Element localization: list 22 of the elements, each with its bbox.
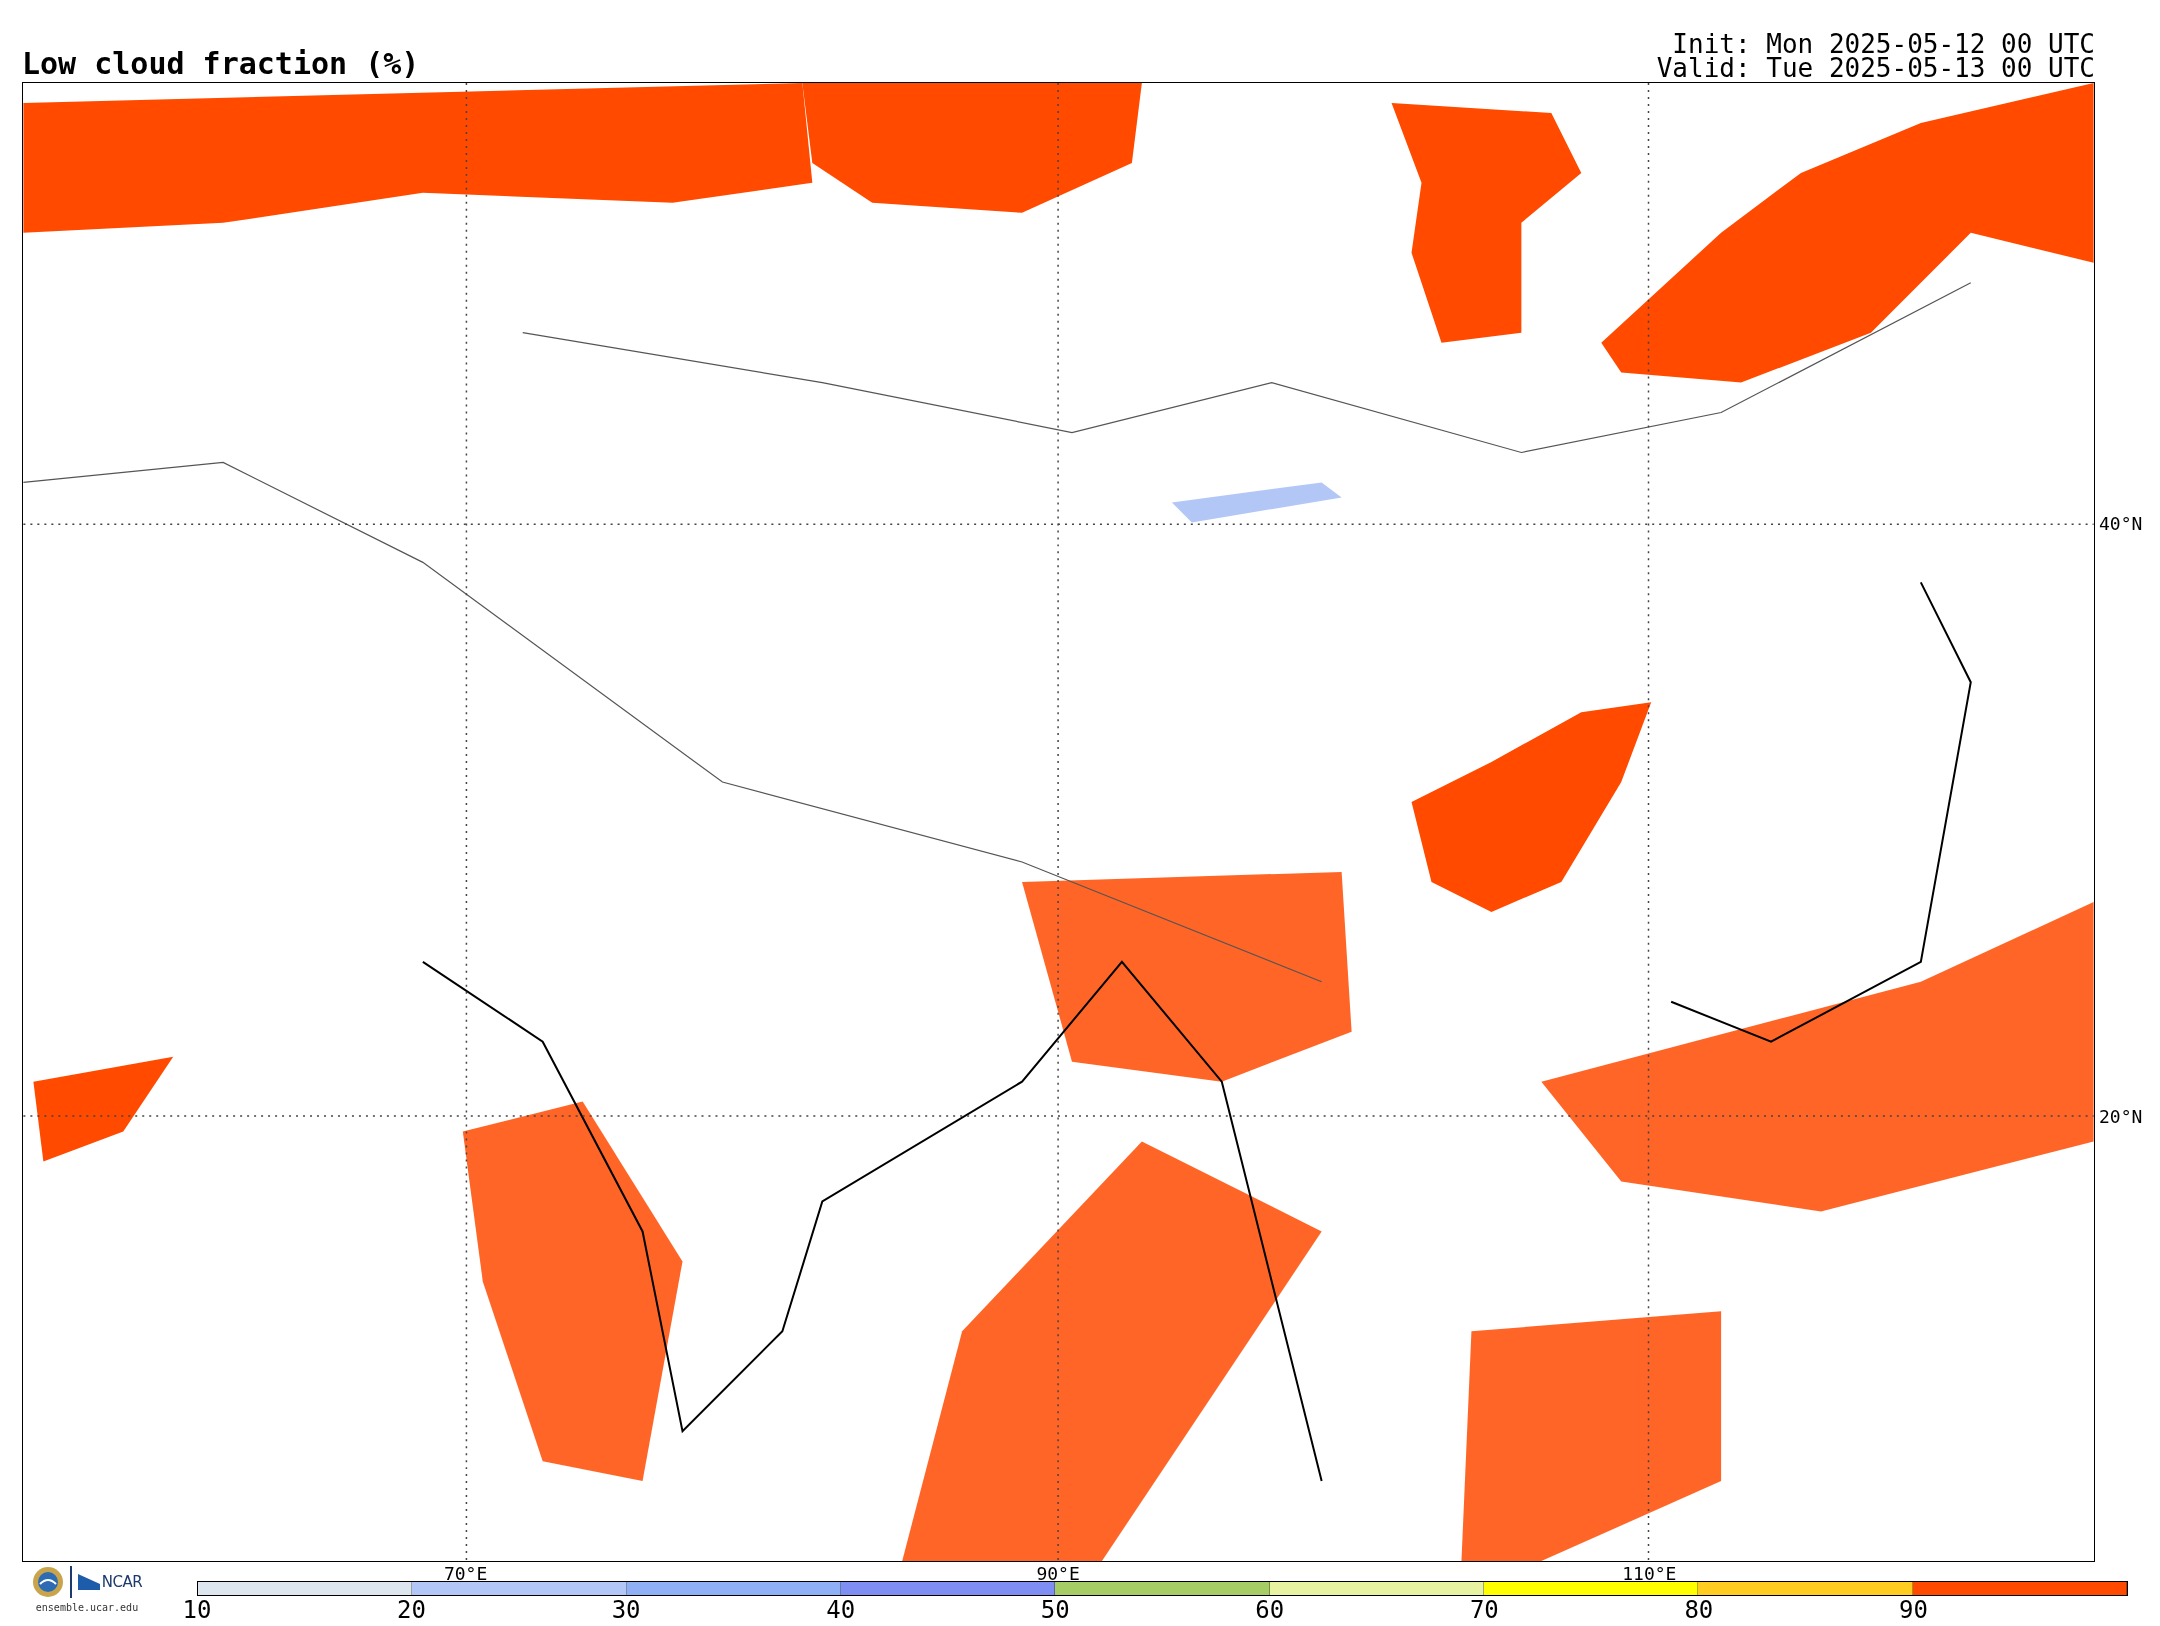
latitude-label: 20°N [2099,1107,2143,1126]
longitude-label: 110°E [1622,1565,1677,1583]
colorbar-tick-label: 50 [1040,1598,1070,1622]
valid-time: Valid: Tue 2025-05-13 00 UTC [1656,56,2095,80]
colorbar-tick-label: 10 [182,1598,212,1622]
colorbar-tick-label: 30 [611,1598,641,1622]
colorbar-tick-label: 40 [826,1598,856,1622]
website-label: ensemble.ucar.edu [35,1602,139,1613]
colorbar-tick-label: 80 [1684,1598,1714,1622]
longitude-label: 90°E [1036,1565,1080,1583]
longitude-label: 70°E [443,1565,488,1583]
colorbar-tick-label: 60 [1255,1598,1285,1622]
chart-title: Low cloud fraction (%) [22,49,420,82]
colorbar-tick-label: 90 [1899,1598,1928,1622]
seal-icon [31,1566,64,1598]
latitude-label: 40°N [2099,514,2143,533]
ncar-logo-icon [77,1574,100,1590]
colorbar-tick-label: 70 [1469,1598,1499,1622]
colorbar-tick-label: 20 [397,1598,426,1622]
divider-line-icon [69,1566,72,1598]
init-time: Init: Mon 2025-05-12 00 UTC [1672,32,2095,56]
ncar-logo-text: NCAR [101,1573,143,1591]
